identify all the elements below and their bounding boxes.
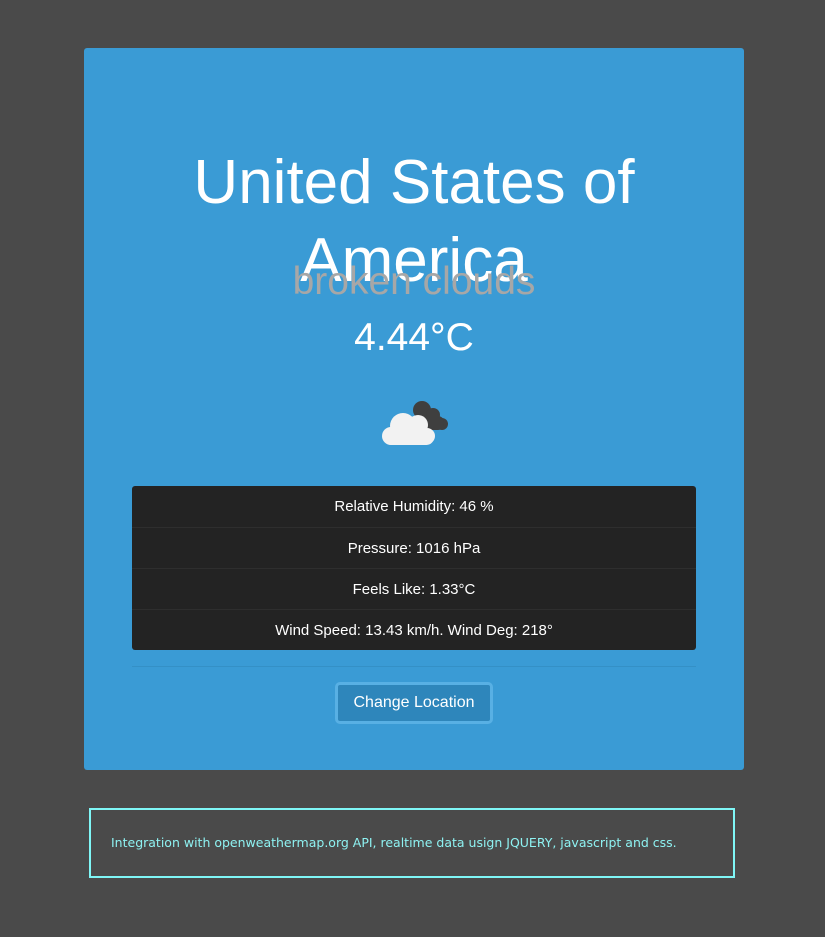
pressure-row: Pressure: 1016 hPa (132, 527, 696, 568)
weather-stats-table: Relative Humidity: 46 % Pressure: 1016 h… (132, 486, 696, 650)
footer-info-box: Integration with openweathermap.org API,… (89, 808, 735, 878)
change-location-button[interactable]: Change Location (335, 682, 493, 724)
wind-row: Wind Speed: 13.43 km/h. Wind Deg: 218° (132, 609, 696, 650)
temperature-value: 4.44°C (354, 316, 474, 359)
divider (132, 666, 696, 667)
humidity-row: Relative Humidity: 46 % (334, 498, 494, 515)
weather-card: United States of America broken clouds 4… (84, 48, 744, 770)
weather-description: broken clouds (292, 260, 536, 303)
footer-text: Integration with openweathermap.org API,… (111, 835, 677, 850)
broken-clouds-icon (378, 396, 452, 446)
feels-like-row: Feels Like: 1.33°C (132, 568, 696, 609)
